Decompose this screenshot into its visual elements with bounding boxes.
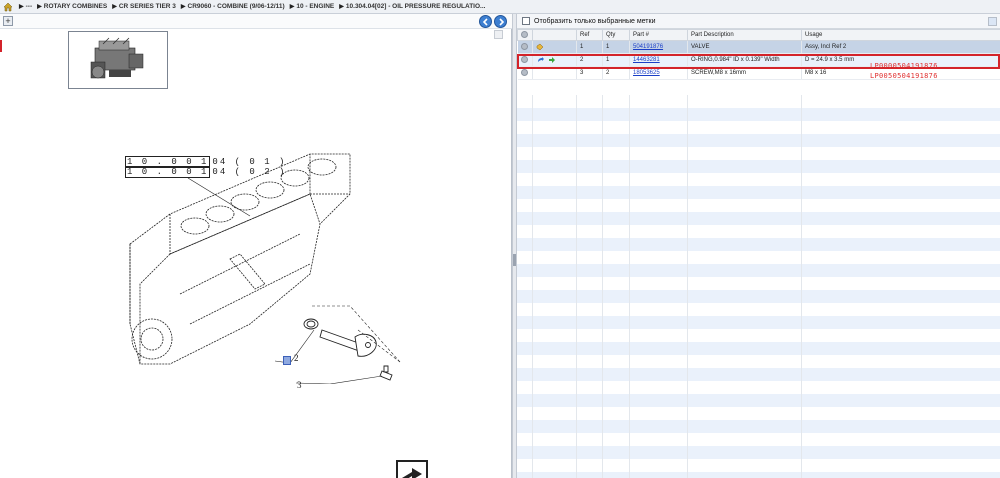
column-divider	[532, 95, 533, 478]
column-header-usage[interactable]: Usage	[801, 29, 1000, 41]
lp-annotation: LP0050504191876	[870, 72, 938, 80]
chevron-right-icon: ▶	[180, 4, 186, 10]
chevron-right-icon: ▶	[19, 4, 24, 10]
ref-1-hotspot[interactable]	[283, 356, 291, 365]
column-divider	[629, 95, 630, 478]
arrow-right-icon	[499, 18, 505, 26]
column-divider	[801, 95, 802, 478]
ref-label-3[interactable]: 3	[297, 380, 302, 390]
breadcrumb-item[interactable]: ▶ ROTARY COMBINES	[37, 3, 107, 10]
column-divider	[576, 95, 577, 478]
next-page-button[interactable]	[494, 15, 507, 28]
chevron-right-icon: ▶	[289, 4, 295, 10]
parts-list-pane: Отобразить только выбранные метки Ref Qt…	[517, 14, 1000, 478]
icons-header	[532, 29, 577, 41]
scroll-grip[interactable]	[494, 30, 503, 39]
cell-description: SCREW,M8 x 16mm	[687, 66, 802, 80]
cell-ref: 3	[576, 66, 603, 80]
column-header-part[interactable]: Part #	[629, 29, 688, 41]
illustration-pane: + 1 0 . 0 0 1 04 (0 1) 1 0 . 0 0 1 04 …	[0, 14, 512, 478]
cell-qty: 2	[602, 66, 630, 80]
expand-button[interactable]: +	[3, 16, 13, 26]
callout-reference-2[interactable]: 1 0 . 0 0 1 04 ( 0 2 )	[125, 166, 286, 178]
breadcrumb-item[interactable]: ▶ ---	[19, 3, 32, 10]
empty-table-rows	[517, 95, 1000, 478]
home-icon[interactable]	[3, 2, 13, 12]
lp-annotation: LP0000504191876	[870, 62, 938, 70]
cell-ref: 1	[576, 40, 603, 54]
breadcrumb: ▶ --- ▶ ROTARY COMBINES ▶ CR SERIES TIER 3 …	[0, 0, 1000, 14]
column-divider	[602, 95, 603, 478]
splitter-handle[interactable]	[513, 254, 516, 266]
replace-icon[interactable]	[536, 56, 544, 64]
panel-options-icon[interactable]	[988, 17, 997, 26]
selection-marker	[0, 40, 2, 52]
chevron-right-icon: ▶	[37, 4, 42, 10]
select-all-header[interactable]	[517, 29, 533, 41]
column-header-ref[interactable]: Ref	[576, 29, 603, 41]
row-select-icon[interactable]	[520, 43, 528, 51]
tag-icon[interactable]	[536, 43, 544, 51]
filter-bar: Отобразить только выбранные метки	[517, 14, 1000, 29]
breadcrumb-item[interactable]: ▶ 10 - ENGINE	[290, 3, 335, 10]
engine-thumbnail-image	[90, 37, 144, 79]
forward-arrow-icon[interactable]	[548, 56, 556, 64]
ref-label-2[interactable]: 2	[294, 353, 299, 363]
previous-page-button[interactable]	[479, 15, 492, 28]
row-select-icon[interactable]	[520, 69, 528, 77]
part-number-link[interactable]: 18053625	[633, 70, 660, 76]
arrow-next-icon	[402, 468, 422, 478]
show-selected-checkbox[interactable]	[522, 17, 530, 25]
cell-description: VALVE	[687, 40, 802, 54]
breadcrumb-item[interactable]: ▶ CR SERIES TIER 3	[112, 3, 176, 10]
engine-thumbnail[interactable]	[68, 31, 168, 89]
part-number-link[interactable]: 14463281	[633, 57, 660, 63]
next-illustration-button[interactable]	[396, 460, 428, 478]
breadcrumb-item[interactable]: ▶ CR9060 - COMBINE (9/06-12/11)	[181, 3, 285, 10]
row-select-icon[interactable]	[520, 56, 528, 64]
part-number-link[interactable]: 504191876	[633, 44, 663, 50]
table-row[interactable]: 1 1 504191876 VALVE Assy, Incl Ref 2	[517, 40, 1000, 54]
breadcrumb-item-current[interactable]: ▶ 10.304.04[02] - OIL PRESSURE REGULATIO.…	[339, 3, 485, 10]
select-all-icon	[521, 31, 528, 39]
table-header: Ref Qty Part # Part Description Usage	[517, 29, 1000, 41]
arrow-left-icon	[482, 18, 488, 26]
column-header-description[interactable]: Part Description	[687, 29, 802, 41]
chevron-right-icon: ▶	[339, 4, 344, 10]
cell-usage: Assy, Incl Ref 2	[801, 40, 1000, 54]
column-divider	[687, 95, 688, 478]
cell-qty: 1	[602, 53, 630, 67]
cell-description: O-RING,0.984" ID x 0.139" Width	[687, 53, 802, 67]
illustration-toolbar: +	[0, 14, 512, 29]
show-selected-label: Отобразить только выбранные метки	[534, 17, 656, 25]
cell-ref: 2	[576, 53, 603, 67]
column-header-qty[interactable]: Qty	[602, 29, 630, 41]
chevron-right-icon: ▶	[112, 4, 117, 10]
cell-qty: 1	[602, 40, 630, 54]
